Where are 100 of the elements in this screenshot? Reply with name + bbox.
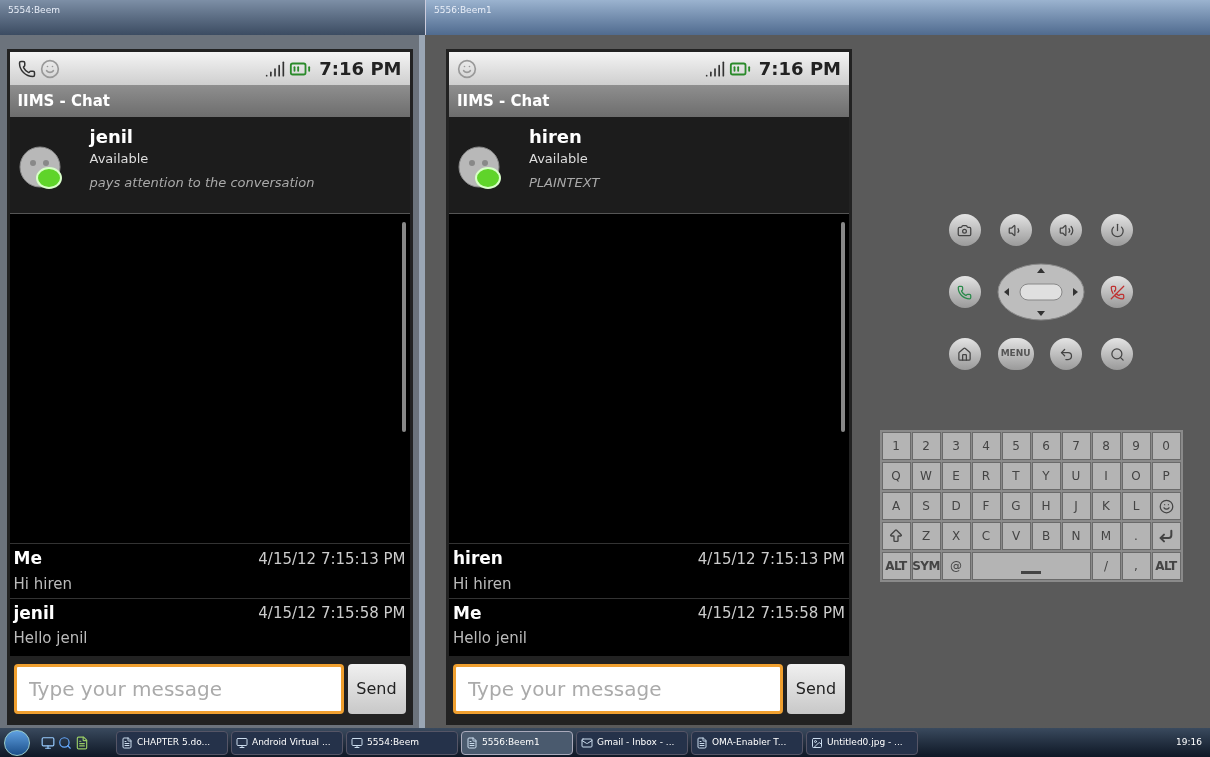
keyboard-key[interactable]: U xyxy=(1061,462,1091,490)
keyboard-key[interactable]: D xyxy=(941,492,971,520)
keyboard-key[interactable]: R xyxy=(971,462,1001,490)
enter-key[interactable] xyxy=(1151,522,1181,550)
message-text: Hello jenil xyxy=(13,629,88,647)
volume-down-button[interactable] xyxy=(999,214,1032,246)
contact-status: Available xyxy=(89,150,150,168)
space-key[interactable] xyxy=(971,552,1091,580)
power-icon xyxy=(1109,222,1125,238)
home-icon xyxy=(957,346,973,362)
mail-icon xyxy=(581,736,593,749)
taskbar-item[interactable]: Android Virtual ... xyxy=(231,730,343,755)
taskbar-item[interactable]: OMA-Enabler T... xyxy=(691,730,803,755)
keyboard-key[interactable]: N xyxy=(1061,522,1091,550)
keyboard-key[interactable]: V xyxy=(1001,522,1031,550)
enter-arrow-icon xyxy=(1158,528,1174,544)
message-input-field[interactable]: Type your message xyxy=(453,664,783,714)
document-icon xyxy=(466,736,478,749)
document-icon xyxy=(696,736,708,749)
taskbar-clock: 19:16 xyxy=(1176,735,1203,749)
keyboard-key[interactable]: ALT xyxy=(1151,552,1181,580)
window-title: 5556:Beem1 xyxy=(434,4,492,17)
keyboard-key[interactable]: / xyxy=(1091,552,1121,580)
emoji-key[interactable] xyxy=(1151,492,1181,520)
camera-button[interactable] xyxy=(948,214,981,246)
taskbar-item[interactable]: Gmail - Inbox - ... xyxy=(576,730,688,755)
keyboard-key[interactable]: 7 xyxy=(1061,432,1091,460)
keyboard-key[interactable]: X xyxy=(941,522,971,550)
message-sender: Me xyxy=(13,547,42,570)
phone-notification-icon xyxy=(17,59,36,78)
smiley-notification-icon xyxy=(39,58,60,79)
start-orb-icon[interactable] xyxy=(4,729,30,756)
keyboard-key[interactable]: T xyxy=(1001,462,1031,490)
taskbar-item[interactable]: Untitled0.jpg - ... xyxy=(806,730,918,755)
taskbar-item[interactable]: CHAPTER 5.do... xyxy=(116,730,228,755)
keyboard-key[interactable]: 1 xyxy=(881,432,911,460)
dpad-control[interactable] xyxy=(996,262,1086,322)
keyboard-key[interactable]: M xyxy=(1091,522,1121,550)
keyboard-key[interactable]: 8 xyxy=(1091,432,1121,460)
keyboard-key[interactable]: I xyxy=(1091,462,1121,490)
desktop-icon[interactable] xyxy=(41,735,55,750)
keyboard-key[interactable]: , xyxy=(1121,552,1151,580)
file-icon[interactable] xyxy=(75,735,89,750)
keyboard-key[interactable]: @ xyxy=(941,552,971,580)
keyboard-key[interactable]: 6 xyxy=(1031,432,1061,460)
keyboard-key[interactable]: W xyxy=(911,462,941,490)
keyboard-key[interactable]: H xyxy=(1031,492,1061,520)
keyboard-key[interactable]: . xyxy=(1121,522,1151,550)
send-button[interactable]: Send xyxy=(787,664,845,714)
keyboard-key[interactable]: 3 xyxy=(941,432,971,460)
shift-key[interactable] xyxy=(881,522,911,550)
smiley-icon xyxy=(1158,498,1174,514)
keyboard-key[interactable]: F xyxy=(971,492,1001,520)
message-text: Hello jenil xyxy=(453,629,528,647)
keyboard-key[interactable]: SYM xyxy=(911,552,941,580)
menu-button[interactable]: MENU xyxy=(997,338,1034,370)
keyboard-key[interactable]: 0 xyxy=(1151,432,1181,460)
smiley-notification-icon xyxy=(457,58,477,79)
keyboard-key[interactable]: G xyxy=(1001,492,1031,520)
keyboard-key[interactable]: 2 xyxy=(911,432,941,460)
keyboard-key[interactable]: L xyxy=(1121,492,1151,520)
keyboard-key[interactable]: 5 xyxy=(1001,432,1031,460)
back-button[interactable] xyxy=(1050,338,1083,370)
taskbar-item[interactable]: 5554:Beem xyxy=(346,730,458,755)
keyboard-key[interactable]: P xyxy=(1151,462,1181,490)
keyboard-key[interactable]: C xyxy=(971,522,1001,550)
phone-icon xyxy=(957,284,973,300)
keyboard-key[interactable]: B xyxy=(1031,522,1061,550)
search-button[interactable] xyxy=(1101,338,1134,370)
power-button[interactable] xyxy=(1101,214,1134,246)
taskbar-item[interactable]: 5556:Beem1 xyxy=(461,730,573,755)
keyboard-key[interactable]: O xyxy=(1121,462,1151,490)
keyboard-key[interactable]: 9 xyxy=(1121,432,1151,460)
home-button[interactable] xyxy=(948,338,981,370)
volume-up-button[interactable] xyxy=(1050,214,1083,246)
message-input-field[interactable]: Type your message xyxy=(13,664,344,714)
message-sender: hiren xyxy=(453,547,503,570)
message-time: 4/15/12 7:15:58 PM xyxy=(697,603,845,624)
keyboard-key[interactable]: S xyxy=(911,492,941,520)
keyboard-key[interactable]: K xyxy=(1091,492,1121,520)
keyboard-key[interactable]: Z xyxy=(911,522,941,550)
call-button[interactable] xyxy=(948,276,981,308)
monitor-icon xyxy=(236,736,248,749)
keyboard-key[interactable]: J xyxy=(1061,492,1091,520)
hang-up-icon xyxy=(1109,284,1125,300)
monitor-icon xyxy=(351,736,363,749)
keyboard-key[interactable]: 4 xyxy=(971,432,1001,460)
keyboard-key[interactable]: E xyxy=(941,462,971,490)
send-button[interactable]: Send xyxy=(347,664,406,714)
camera-icon xyxy=(957,222,973,238)
app-title: IIMS - Chat xyxy=(457,90,550,112)
document-icon xyxy=(121,736,133,749)
contact-name: hiren xyxy=(529,125,583,149)
keyboard-key[interactable]: A xyxy=(881,492,911,520)
end-call-button[interactable] xyxy=(1101,276,1134,308)
contact-status: Available xyxy=(529,150,589,168)
keyboard-key[interactable]: ALT xyxy=(881,552,911,580)
keyboard-key[interactable]: Q xyxy=(881,462,911,490)
message-time: 4/15/12 7:15:13 PM xyxy=(258,548,406,570)
keyboard-key[interactable]: Y xyxy=(1031,462,1061,490)
